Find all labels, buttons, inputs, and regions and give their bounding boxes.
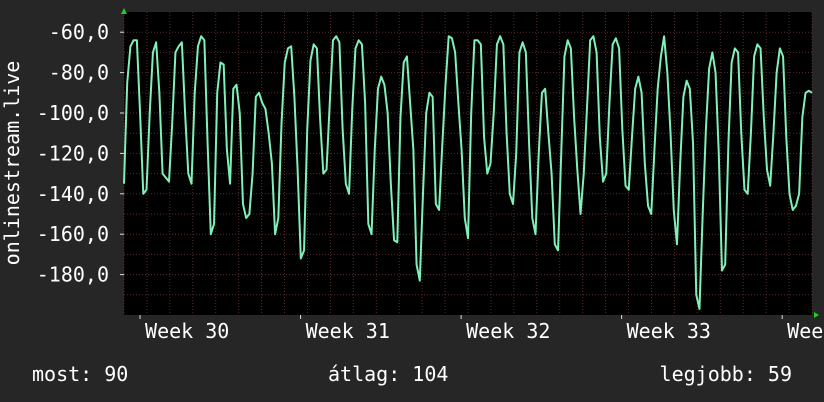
x-tick-label: Week xyxy=(787,319,824,343)
y-tick-label: -120,0 xyxy=(37,141,109,165)
stat-best: legjobb: 59 xyxy=(659,362,792,386)
y-tick-label: -100,0 xyxy=(37,101,109,125)
y-tick-label: -140,0 xyxy=(37,182,109,206)
x-axis-arrow xyxy=(814,312,819,318)
y-axis-arrow xyxy=(121,8,127,14)
stat-average: átlag: 104 xyxy=(328,362,449,386)
y-tick-label: -160,0 xyxy=(37,222,109,246)
x-tick-label: Week 30 xyxy=(145,319,229,343)
y-axis-label: onlinestream.live xyxy=(0,61,24,266)
chart-svg: -60,0 -80,0 -100,0 -120,0 -140,0 -160,0 -180,0… xyxy=(0,8,824,343)
x-tick-label: Week 33 xyxy=(627,319,711,343)
chart-root: -60,0 -80,0 -100,0 -120,0 -140,0 -160,0 -180,0… xyxy=(0,0,824,402)
y-tick-label: -180,0 xyxy=(37,263,109,287)
y-tick-label: -60,0 xyxy=(49,20,109,44)
x-tick-labels: Week 30 Week 31 Week 32 Week 33 Week xyxy=(145,319,824,343)
y-tick-labels: -60,0 -80,0 -100,0 -120,0 -140,0 -160,0 -180,0 xyxy=(37,20,109,286)
x-tick-label: Week 32 xyxy=(466,319,550,343)
x-tick-label: Week 31 xyxy=(306,319,390,343)
y-tick-label: -80,0 xyxy=(49,61,109,85)
stat-current: most: 90 xyxy=(32,362,129,386)
